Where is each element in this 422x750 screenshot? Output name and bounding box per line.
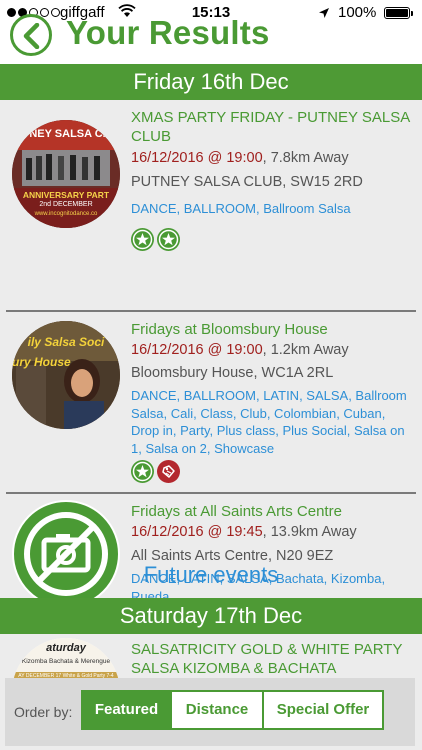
event-date: 16/12/2016 @ 19:00 [131,342,263,358]
event-title[interactable]: XMAS PARTY FRIDAY - PUTNEY SALSA CLUB [131,108,416,146]
event-title[interactable]: Fridays at Bloomsbury House [131,320,416,339]
thumbnail-text: aturday [46,642,86,654]
event-title[interactable]: Fridays at All Saints Arts Centre [131,502,416,521]
event-date: 16/12/2016 @ 19:00 [131,150,263,166]
order-featured-button[interactable]: Featured [81,690,172,730]
star-icon [157,228,180,251]
event-datetime: 16/12/2016 @ 19:45, 13.9km Away [131,524,357,540]
thumbnail-text: ury House [12,355,71,369]
event-datetime: 16/12/2016 @ 19:00, 7.8km Away [131,150,349,166]
chevron-left-icon [23,23,40,49]
event-date: 16/12/2016 @ 19:45 [131,524,263,540]
event-item[interactable]: ily Salsa Soci ury House Fridays at Bloo… [0,312,422,494]
order-by-bar: Order by: Featured Distance Special Offe… [5,678,415,746]
star-icon [131,460,154,483]
event-venue: Bloomsbury House, WC1A 2RL [131,365,334,381]
event-distance: , 1.2km Away [262,342,349,358]
event-title[interactable]: SALSATRICITY GOLD & WHITE PARTY SALSA KI… [131,640,416,678]
event-thumbnail: ily Salsa Soci ury House [12,321,120,429]
results-list[interactable]: Friday 16th Dec UTNEY SALSA CLU ANNIVERS… [0,64,422,750]
event-tags: DANCE, BALLROOM, Ballroom Salsa [131,201,351,216]
order-distance-button[interactable]: Distance [172,690,264,730]
event-datetime: 16/12/2016 @ 19:00, 1.2km Away [131,342,349,358]
event-distance: , 7.8km Away [262,150,349,166]
event-distance: , 13.9km Away [262,524,357,540]
event-venue: PUTNEY SALSA CLUB, SW15 2RD [131,174,363,190]
event-badges [131,228,180,251]
future-events-link[interactable]: Future events [0,562,422,592]
thumbnail-text: 2nd DECEMBER [39,201,93,208]
star-icon [131,228,154,251]
event-tags: DANCE, BALLROOM, LATIN, SALSA, Ballroom … [131,388,407,456]
thumbnail-text: ily Salsa Soci [27,335,105,349]
event-item[interactable]: Fridays at All Saints Arts Centre 16/12/… [0,494,422,612]
thumbnail-text: www.incognitodance.co [34,211,98,217]
thumbnail-text: Kizomba Bachata & Merengue [21,658,111,665]
page-title: Your Results [66,14,270,51]
event-item[interactable]: UTNEY SALSA CLU ANNIVERSARY PART 2nd DEC… [0,100,422,312]
thumbnail-text: ANNIVERSARY PART [22,190,110,200]
back-button[interactable] [10,14,52,56]
thumbnail-text: UTNEY SALSA CLU [14,128,118,140]
event-badges [131,460,180,483]
tag-icon [157,460,180,483]
header: Your Results [0,8,422,64]
order-by-label: Order by: [14,704,73,720]
day-header: Saturday 17th Dec [0,598,422,634]
order-special-offer-button[interactable]: Special Offer [264,690,384,730]
day-header: Friday 16th Dec [0,64,422,100]
event-thumbnail: UTNEY SALSA CLU ANNIVERSARY PART 2nd DEC… [12,120,120,228]
